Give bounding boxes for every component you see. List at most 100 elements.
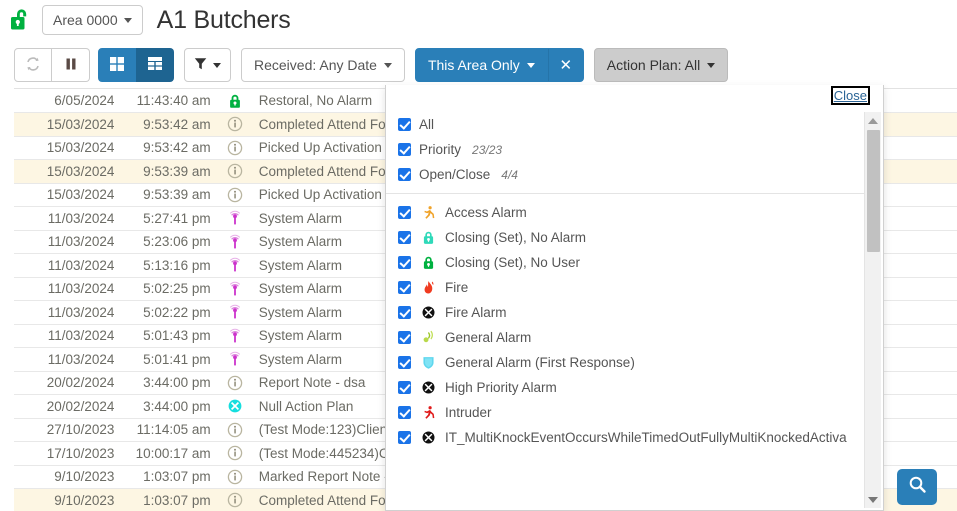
cell-time: 5:23:06 pm: [120, 230, 217, 254]
checkbox[interactable]: [398, 231, 411, 244]
cell-time: 11:43:40 am: [120, 89, 217, 113]
green-padlock-icon: [419, 255, 437, 270]
option-label: Access Alarm: [445, 205, 527, 220]
filter-item-option[interactable]: Fire: [398, 275, 883, 300]
checkbox[interactable]: [398, 431, 411, 444]
cell-date: 11/03/2024: [14, 324, 121, 348]
chevron-down-icon: [707, 62, 716, 68]
cell-date: 20/02/2024: [14, 371, 121, 395]
option-count: 4/4: [501, 167, 518, 182]
page-header: Area 0000 A1 Butchers: [0, 0, 957, 40]
filter-group-option[interactable]: All: [398, 112, 883, 137]
cell-date: 11/03/2024: [14, 347, 121, 372]
cyan-shield-icon: [419, 355, 437, 370]
area-filter-label: This Area Only: [427, 57, 520, 73]
teal-padlock-icon: [419, 230, 437, 245]
cell-date: 27/10/2023: [14, 418, 121, 442]
antenna-icon: [216, 324, 253, 348]
panel-body: All Priority 23/23 Open/Close 4/4 Access Ala…: [386, 112, 883, 510]
filter-item-option[interactable]: IT_MultiKnockEventOccursWhileTimedOutFul…: [398, 425, 883, 450]
panel-divider: [386, 193, 869, 194]
cell-date: 15/03/2024: [14, 136, 121, 160]
cell-date: 6/05/2024: [14, 89, 121, 113]
filter-group-option[interactable]: Open/Close 4/4: [398, 162, 883, 187]
panel-scrollbar[interactable]: [864, 112, 881, 508]
pause-button[interactable]: [52, 48, 90, 82]
antenna-icon: [216, 277, 253, 301]
scroll-down-arrow[interactable]: [865, 491, 881, 508]
cell-date: 17/10/2023: [14, 441, 121, 466]
chevron-down-icon: [213, 62, 221, 68]
option-label: Priority: [419, 142, 462, 157]
option-count: 23/23: [472, 142, 503, 157]
checkbox[interactable]: [398, 143, 411, 156]
checkbox[interactable]: [398, 206, 411, 219]
pause-icon: [64, 57, 78, 74]
checkbox[interactable]: [398, 281, 411, 294]
antenna-icon: [216, 230, 253, 254]
received-date-filter[interactable]: Received: Any Date: [241, 48, 405, 82]
chevron-down-icon: [123, 17, 132, 23]
cell-date: 9/10/2023: [14, 465, 121, 489]
cell-date: 11/03/2024: [14, 206, 121, 231]
info-icon: [216, 159, 253, 184]
action-plan-filter[interactable]: Action Plan: All: [593, 48, 729, 82]
option-label: Fire: [445, 280, 469, 295]
search-button[interactable]: [897, 469, 937, 505]
filter-item-option[interactable]: Intruder: [398, 400, 883, 425]
action-plan-label: Action Plan: All: [606, 57, 701, 73]
filter-item-option[interactable]: Fire Alarm: [398, 300, 883, 325]
filter-item-option[interactable]: General Alarm (First Response): [398, 350, 883, 375]
checkbox[interactable]: [398, 356, 411, 369]
table-view-button[interactable]: [136, 48, 174, 82]
checkbox[interactable]: [398, 406, 411, 419]
close-panel-link[interactable]: Close: [830, 86, 871, 105]
checkbox[interactable]: [398, 118, 411, 131]
table-view-icon: [147, 56, 163, 75]
area-filter-button[interactable]: This Area Only: [414, 48, 548, 82]
area-filter-clear-button[interactable]: ✕: [547, 48, 584, 82]
antenna-icon: [216, 347, 253, 372]
grid-view-button[interactable]: [98, 48, 136, 82]
cell-date: 9/10/2023: [14, 488, 121, 511]
filter-button[interactable]: [184, 48, 231, 82]
view-mode-group: [98, 48, 174, 82]
scroll-up-arrow[interactable]: [865, 112, 881, 129]
antenna-icon: [216, 300, 253, 325]
filter-item-list: Access Alarm Closing (Set), No Alarm Closi…: [386, 200, 883, 450]
cell-date: 15/03/2024: [14, 159, 121, 184]
flame-icon: [419, 280, 437, 295]
checkbox[interactable]: [398, 306, 411, 319]
open-padlock-icon: [8, 6, 34, 34]
area-select-dropdown[interactable]: Area 0000: [42, 5, 143, 35]
checkbox[interactable]: [398, 168, 411, 181]
filter-item-option[interactable]: Access Alarm: [398, 200, 883, 225]
green-padlock-icon: [216, 89, 253, 113]
filter-item-option[interactable]: Closing (Set), No User: [398, 250, 883, 275]
chevron-down-icon: [526, 62, 535, 68]
filter-group-option[interactable]: Priority 23/23: [398, 137, 883, 162]
option-label: Fire Alarm: [445, 305, 507, 320]
checkbox[interactable]: [398, 381, 411, 394]
refresh-button[interactable]: [14, 48, 52, 82]
option-label: All: [419, 117, 435, 132]
checkbox[interactable]: [398, 256, 411, 269]
area-filter-group: This Area Only ✕: [414, 48, 584, 82]
option-label: High Priority Alarm: [445, 380, 557, 395]
checkbox[interactable]: [398, 331, 411, 344]
grid-view-icon: [109, 56, 125, 75]
received-date-label: Received: Any Date: [254, 57, 377, 73]
cell-date: 11/03/2024: [14, 300, 121, 325]
option-label: Closing (Set), No User: [445, 255, 581, 270]
chevron-down-icon: [383, 62, 392, 68]
cell-time: 5:02:22 pm: [120, 300, 217, 325]
filter-item-option[interactable]: Closing (Set), No Alarm: [398, 225, 883, 250]
cell-date: 11/03/2024: [14, 253, 121, 278]
filter-item-option[interactable]: High Priority Alarm: [398, 375, 883, 400]
page-title: A1 Butchers: [156, 5, 291, 34]
funnel-icon: [194, 57, 209, 74]
alarm-type-filter-panel: Close All Priority 23/23 Open/Close 4/4 Acce…: [385, 85, 884, 511]
filter-item-option[interactable]: General Alarm: [398, 325, 883, 350]
scrollbar-thumb[interactable]: [867, 130, 880, 252]
cell-date: 11/03/2024: [14, 277, 121, 301]
